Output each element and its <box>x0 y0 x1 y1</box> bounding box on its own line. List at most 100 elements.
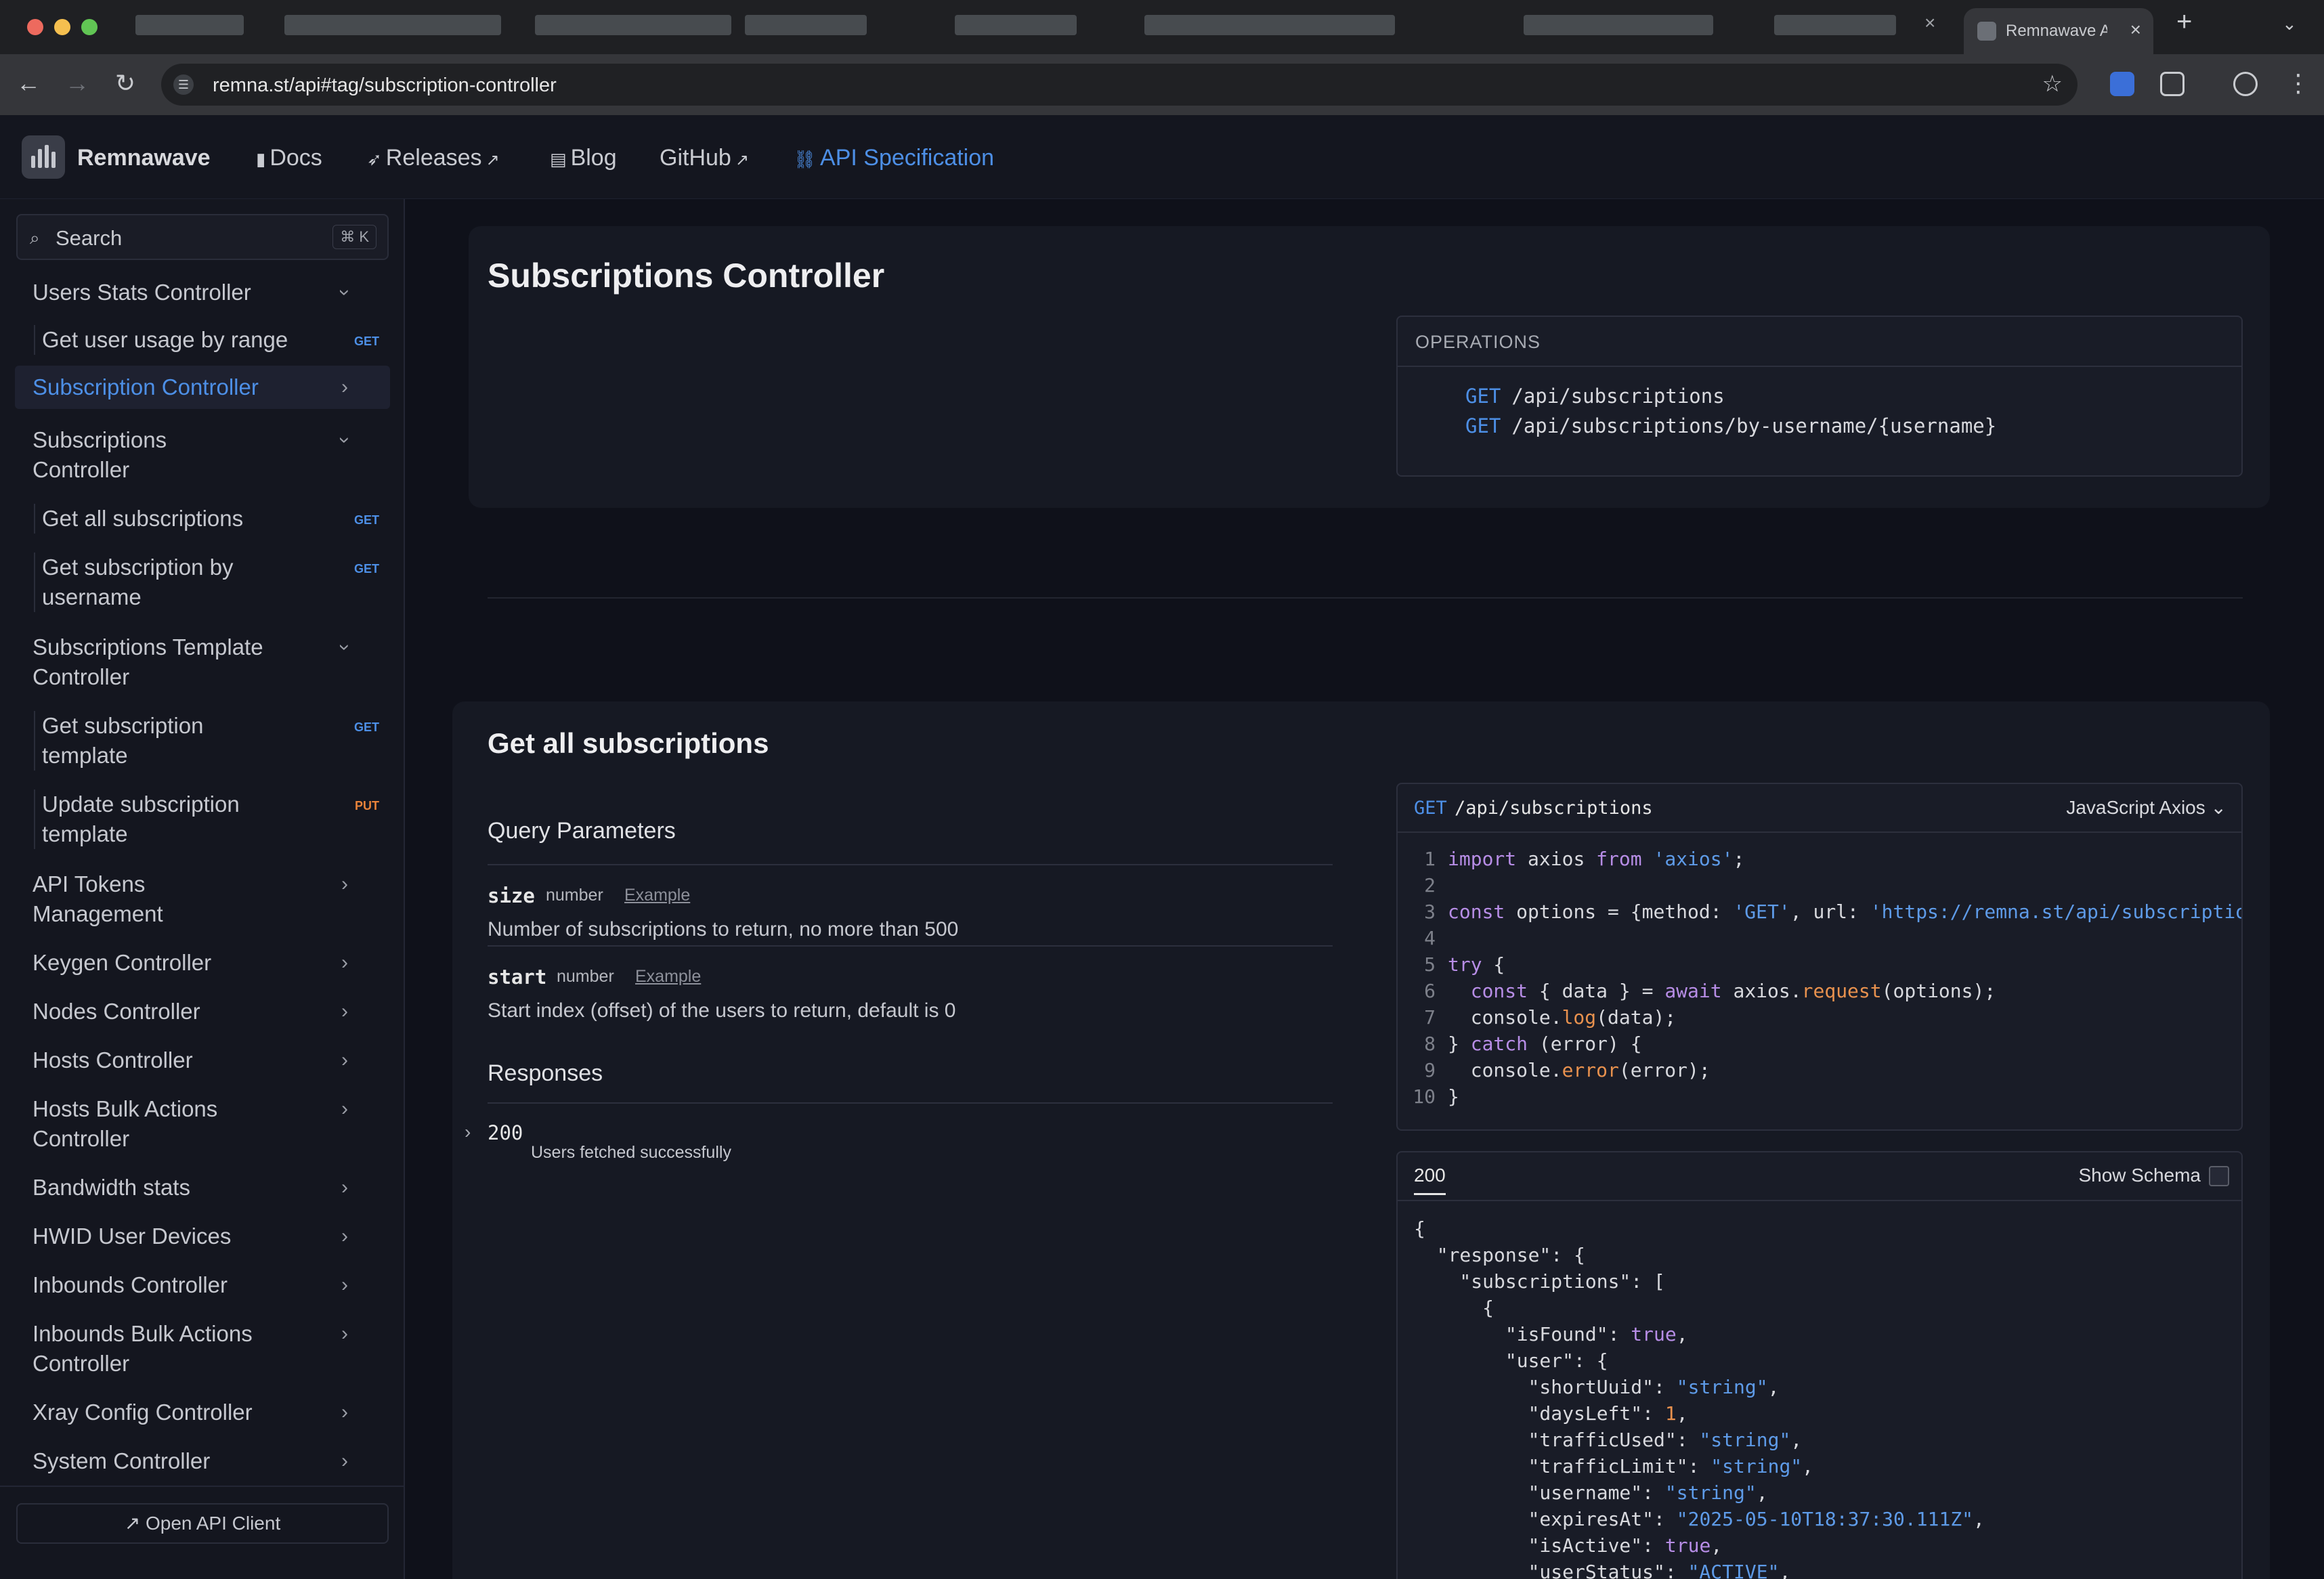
books-icon: ▤ <box>550 149 567 169</box>
response-tab-200[interactable]: 200 <box>1414 1165 1446 1195</box>
sidebar-item-system-controller[interactable]: System Controller › <box>15 1446 390 1476</box>
tab-close-icon[interactable]: × <box>1924 12 1935 34</box>
code-line: 3 const options = {method: 'GET', url: 'h… <box>1424 901 2243 923</box>
blurred-tab[interactable] <box>1144 15 1395 35</box>
forward-arrow-icon[interactable]: → <box>65 69 89 98</box>
method-badge: GET <box>353 334 379 348</box>
nav-docs-link[interactable]: ▮ Docs <box>256 145 322 171</box>
json-line: "response": { <box>1414 1244 1585 1266</box>
nav-github-link[interactable]: GitHub ↗ <box>660 145 749 171</box>
chevron-right-icon: › <box>341 951 348 974</box>
tab-search-chevron-icon[interactable]: ⌄ <box>2282 14 2297 35</box>
code-line: 5 try { <box>1424 953 1505 976</box>
request-path: /api/subscriptions <box>1455 798 1653 819</box>
tag-section-card: Subscriptions Controller OPERATIONS GET /… <box>469 226 2270 508</box>
reload-icon[interactable]: ↻ <box>115 69 135 98</box>
sidebar-item-subscriptions-template-controller[interactable]: Subscriptions Template Controller › <box>15 632 390 692</box>
site-settings-icon[interactable]: ☰ <box>173 74 194 95</box>
sidebar-item-subscriptions-controller[interactable]: Subscriptions Controller › <box>15 425 390 485</box>
sidebar-item-get-all-subscriptions[interactable]: Get all subscriptions GET <box>34 504 390 534</box>
blurred-tab[interactable] <box>1524 15 1713 35</box>
brand-name[interactable]: Remnawave <box>77 145 211 171</box>
nav-releases-link[interactable]: ➶ Releases ↗ <box>367 145 500 171</box>
operation-link[interactable]: GET/api/subscriptions <box>1465 385 1725 408</box>
sidebar-item-api-tokens-management[interactable]: API Tokens Management › <box>15 869 390 929</box>
sidebar-item-inbounds-bulk-actions-controller[interactable]: Inbounds Bulk Actions Controller › <box>15 1319 390 1379</box>
search-placeholder: Search <box>56 226 123 250</box>
method-badge: GET <box>353 562 379 576</box>
blurred-tab[interactable] <box>135 15 244 35</box>
blurred-tab[interactable] <box>535 15 731 35</box>
method-badge: GET <box>353 720 379 734</box>
blurred-tab[interactable] <box>284 15 501 35</box>
section-divider <box>488 597 2243 599</box>
json-line: "userStatus": "ACTIVE", <box>1414 1561 1791 1579</box>
request-example-header: GET /api/subscriptions JavaScript Axios … <box>1398 784 2241 833</box>
chevron-right-icon: › <box>341 1098 348 1120</box>
blurred-tab[interactable] <box>955 15 1077 35</box>
search-icon: ⌕ <box>30 228 40 248</box>
chevron-right-icon[interactable]: › <box>465 1121 471 1143</box>
new-tab-plus-icon[interactable]: + <box>2176 7 2192 37</box>
operation-link[interactable]: GET/api/subscriptions/by-username/{usern… <box>1465 414 1996 437</box>
window-maximize-button[interactable] <box>81 19 98 35</box>
json-line: "username": "string", <box>1414 1481 1768 1504</box>
profile-avatar-icon[interactable] <box>2233 72 2258 96</box>
sidebar-item-xray-config-controller[interactable]: Xray Config Controller › <box>15 1398 390 1427</box>
json-line: "isFound": true, <box>1414 1323 1688 1345</box>
app-header: Remnawave ▮ Docs ➶ Releases ↗ ▤ Blog GitHub ↗… <box>0 115 2324 199</box>
tag-title: Subscriptions Controller <box>488 257 885 295</box>
sidebar-item-get-subscription-by-username[interactable]: Get subscription by username GET <box>34 553 390 612</box>
code-line: 2 <box>1424 874 1436 896</box>
blurred-tab[interactable] <box>1774 15 1896 35</box>
param-example-link[interactable]: Example <box>635 967 701 987</box>
sidebar-item-hwid-user-devices[interactable]: HWID User Devices › <box>15 1221 390 1251</box>
responses-title: Responses <box>488 1060 603 1086</box>
sidebar-item-nodes-controller[interactable]: Nodes Controller › <box>15 997 390 1026</box>
active-browser-tab[interactable]: Remnawave A × <box>1964 8 2153 54</box>
blurred-tab[interactable] <box>745 15 867 35</box>
query-parameters-title: Query Parameters <box>488 818 676 844</box>
sidebar-item-subscription-controller[interactable]: Subscription Controller › <box>15 366 390 409</box>
language-selector[interactable]: JavaScript Axios ⌄ <box>2066 796 2226 819</box>
json-line: { <box>1414 1217 1425 1240</box>
response-code: 200 <box>488 1121 523 1144</box>
sidebar-item-get-user-usage-by-range[interactable]: Get user usage by range GET <box>34 325 390 355</box>
operation-card: Get all subscriptions Query Parameters s… <box>452 701 2270 1579</box>
sidebar-item-bandwidth-stats[interactable]: Bandwidth stats › <box>15 1173 390 1203</box>
sidebar-item-users-stats-controller[interactable]: Users Stats Controller › <box>15 278 390 307</box>
remnawave-logo-icon[interactable] <box>22 135 65 179</box>
sidebar-item-hosts-controller[interactable]: Hosts Controller › <box>15 1045 390 1075</box>
sidebar-item-keygen-controller[interactable]: Keygen Controller › <box>15 948 390 978</box>
param-example-link[interactable]: Example <box>624 886 690 905</box>
translate-extension-icon[interactable] <box>2110 72 2134 96</box>
extensions-puzzle-icon[interactable] <box>2160 72 2185 96</box>
chevron-right-icon: › <box>341 1322 348 1345</box>
bookmark-star-icon[interactable]: ☆ <box>2042 70 2063 98</box>
open-api-client-button[interactable]: ↗ Open API Client <box>16 1503 389 1544</box>
show-schema-label[interactable]: Show Schema <box>2078 1165 2201 1186</box>
chevron-right-icon: › <box>341 1225 348 1247</box>
sidebar-item-get-subscription-template[interactable]: Get subscription template GET <box>34 711 390 771</box>
url-text[interactable]: remna.st/api#tag/subscription-controller <box>213 74 557 97</box>
chevron-right-icon: › <box>341 873 348 895</box>
remnawave-favicon-icon <box>1977 22 1996 41</box>
param-type: number <box>557 967 614 986</box>
address-bar[interactable]: ☰ remna.st/api#tag/subscription-controll… <box>161 64 2078 106</box>
browser-menu-icon[interactable]: ⋮ <box>2286 69 2310 98</box>
sidebar-item-hosts-bulk-actions-controller[interactable]: Hosts Bulk Actions Controller › <box>15 1094 390 1154</box>
tab-close-icon[interactable]: × <box>2130 19 2141 41</box>
chevron-right-icon: › <box>341 1176 348 1198</box>
json-line: "subscriptions": [ <box>1414 1270 1665 1293</box>
search-input[interactable]: ⌕ Search ⌘ K <box>16 214 389 260</box>
sidebar-item-inbounds-controller[interactable]: Inbounds Controller › <box>15 1270 390 1300</box>
show-schema-checkbox[interactable] <box>2209 1166 2229 1186</box>
nav-blog-link[interactable]: ▤ Blog <box>550 145 617 171</box>
back-arrow-icon[interactable]: ← <box>16 69 41 98</box>
window-minimize-button[interactable] <box>54 19 70 35</box>
operations-panel: OPERATIONS GET/api/subscriptions GET/api… <box>1396 316 2243 477</box>
chevron-right-icon: › <box>341 376 348 398</box>
window-close-button[interactable] <box>27 19 43 35</box>
nav-api-specification-link[interactable]: ⛓ API Specification <box>794 145 994 171</box>
sidebar-item-update-subscription-template[interactable]: Update subscription template PUT <box>34 790 390 849</box>
